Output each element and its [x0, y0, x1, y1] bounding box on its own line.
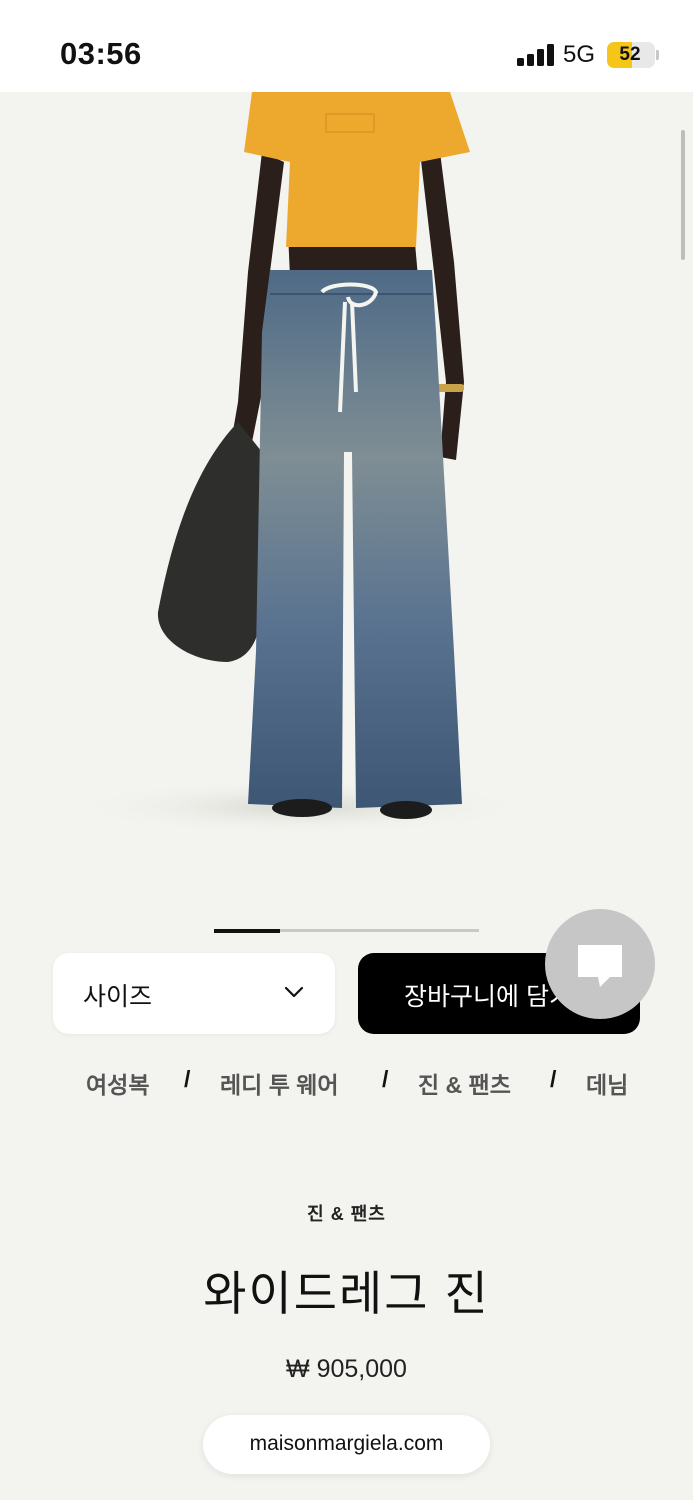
- product-image[interactable]: [0, 92, 693, 892]
- battery-tip: [656, 50, 659, 60]
- browser-url-bar[interactable]: maisonmargiela.com: [203, 1415, 490, 1474]
- add-to-cart-label: 장바구니에 담기: [404, 983, 572, 1011]
- product-price: ₩ 905,000: [286, 1355, 407, 1383]
- product-category: 진 & 팬츠: [307, 1204, 386, 1224]
- status-time: 03:56: [60, 36, 142, 71]
- cellular-signal-icon: [517, 44, 555, 66]
- scroll-indicator[interactable]: [681, 130, 685, 260]
- status-bar: 03:56 5G 52: [0, 0, 693, 92]
- battery-icon: 52: [607, 42, 655, 68]
- breadcrumb-separator: /: [184, 1066, 191, 1092]
- breadcrumb: 여성복 / 레디 투 웨어 / 진 & 팬츠 / 데님: [0, 1064, 693, 1098]
- chat-button[interactable]: [545, 909, 655, 1019]
- battery-level: 52: [619, 44, 641, 65]
- breadcrumb-separator: /: [550, 1066, 557, 1092]
- carousel-progress-fill: [214, 928, 281, 933]
- carousel-progress: [214, 928, 479, 933]
- breadcrumb-item-jeans-pants[interactable]: 진 & 팬츠: [418, 1066, 511, 1100]
- product-title: 와이드레그 진: [203, 1267, 490, 1320]
- chevron-down-icon: [284, 986, 304, 998]
- breadcrumb-separator: /: [382, 1066, 389, 1092]
- network-type: 5G: [563, 41, 596, 68]
- breadcrumb-item-ready-to-wear[interactable]: 레디 투 웨어: [220, 1066, 339, 1100]
- chat-bubble-icon: [578, 945, 622, 987]
- size-select-label: 사이즈: [83, 983, 153, 1011]
- size-select[interactable]: 사이즈: [53, 953, 335, 1034]
- breadcrumb-item-womens[interactable]: 여성복: [86, 1066, 149, 1100]
- browser-url-text: maisonmargiela.com: [249, 1432, 444, 1455]
- breadcrumb-item-denim[interactable]: 데님: [586, 1066, 628, 1100]
